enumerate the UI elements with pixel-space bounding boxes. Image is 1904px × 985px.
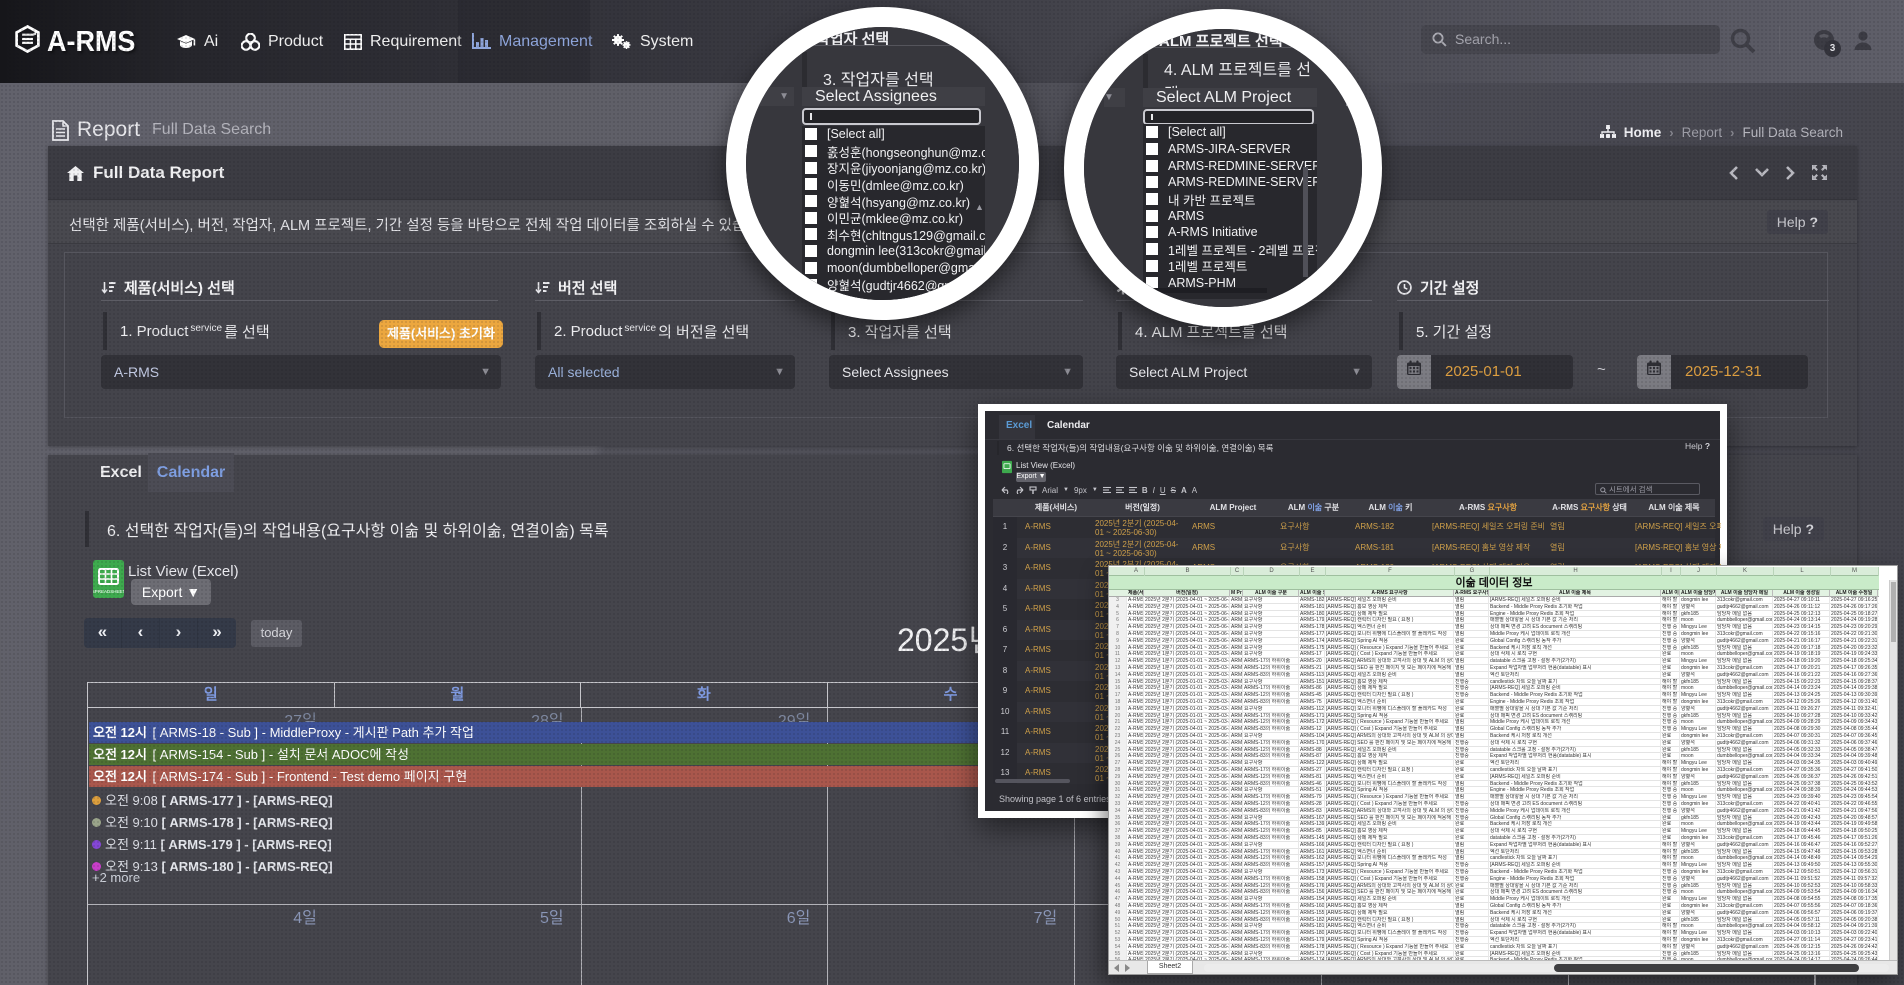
svg-text:SPREADSHEET: SPREADSHEET (93, 589, 124, 594)
